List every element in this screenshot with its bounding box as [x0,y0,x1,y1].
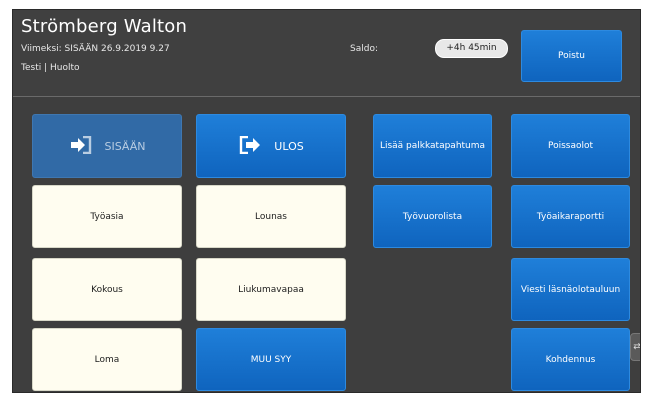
logout-arrow-icon [238,135,262,157]
side-panel-toggle-icon[interactable]: ⇄ [630,333,640,361]
muu-syy-label: MUU SYY [250,354,292,365]
last-event-text: Viimeksi: SISÄÄN 26.9.2019 9.27 [21,44,170,54]
liukumavapaa-button[interactable]: Liukumavapaa [196,258,346,321]
exit-button-label: Poistu [557,51,586,61]
lounas-button[interactable]: Lounas [196,185,346,248]
saldo-label: Saldo: [350,44,378,54]
poissaolot-label: Poissaolot [547,141,594,151]
liukumavapaa-label: Liukumavapaa [238,284,304,295]
kohdennus-button[interactable]: Kohdennus [511,328,630,391]
ulos-label: ULOS [274,139,304,153]
viesti-lasnaolotauluun-label: Viesti läsnäolotauluun [520,284,621,295]
lisaa-palkkatapahtuma-label: Lisää palkkatapahtuma [379,141,486,151]
saldo-badge: +4h 45min [435,39,508,58]
department-text: Testi | Huolto [21,63,80,73]
kokous-button[interactable]: Kokous [32,258,182,321]
exit-button[interactable]: Poistu [521,30,622,82]
ulos-button[interactable]: ULOS [196,114,346,178]
tyoaikaraportti-label: Työaikaraportti [536,211,605,222]
muu-syy-button[interactable]: MUU SYY [196,328,346,391]
tyovuorolista-label: Työvuorolista [402,211,463,222]
tyoaikaraportti-button[interactable]: Työaikaraportti [511,185,630,248]
viesti-lasnaolotauluun-button[interactable]: Viesti läsnäolotauluun [511,258,630,321]
tyoasia-button[interactable]: Työasia [32,185,182,248]
tyovuorolista-button[interactable]: Työvuorolista [373,185,492,248]
login-arrow-icon [69,135,93,157]
user-name: Strömberg Walton [21,16,188,37]
lisaa-palkkatapahtuma-button[interactable]: Lisää palkkatapahtuma [373,114,492,178]
lounas-label: Lounas [255,211,287,222]
user-header: Strömberg Walton Viimeksi: SISÄÄN 26.9.2… [13,10,640,97]
kokous-label: Kokous [91,284,123,295]
kohdennus-label: Kohdennus [545,354,596,365]
poissaolot-button[interactable]: Poissaolot [511,114,630,178]
tyoasia-label: Työasia [90,211,124,222]
time-clock-window: Strömberg Walton Viimeksi: SISÄÄN 26.9.2… [12,9,641,393]
loma-button[interactable]: Loma [32,328,182,391]
loma-label: Loma [94,354,120,365]
sisaan-button[interactable]: SISÄÄN [32,114,182,178]
sisaan-label: SISÄÄN [104,139,146,153]
